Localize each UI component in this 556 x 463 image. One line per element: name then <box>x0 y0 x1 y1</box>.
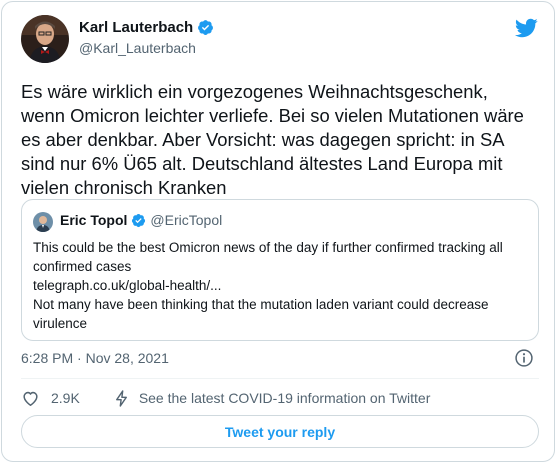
quoted-line: virulence <box>33 316 88 331</box>
author-avatar[interactable] <box>21 15 69 63</box>
tweet-your-reply-button[interactable]: Tweet your reply <box>21 415 539 448</box>
quoted-author-avatar[interactable] <box>33 212 53 232</box>
quoted-tweet[interactable]: Eric Topol @EricTopol This could be the … <box>21 199 539 341</box>
quoted-link[interactable]: telegraph.co.uk/global-health/... <box>33 276 527 295</box>
quoted-text: This could be the best Omicron news of t… <box>33 238 527 333</box>
like-count[interactable]: 2.9K <box>51 390 80 406</box>
tweet-timestamp[interactable]: 6:28 PM · Nov 28, 2021 <box>21 350 169 366</box>
info-icon[interactable] <box>514 348 534 368</box>
tweet-text: Es wäre wirklich ein vorgezogenes Weihna… <box>21 81 524 198</box>
author-info: Karl Lauterbach @Karl_Lauterbach <box>79 19 214 56</box>
verified-badge-icon <box>132 213 146 227</box>
author-handle[interactable]: @Karl_Lauterbach <box>79 40 214 56</box>
quoted-line: Not many have been thinking that the mut… <box>33 297 489 312</box>
twitter-bird-icon[interactable] <box>514 16 538 40</box>
heart-icon[interactable] <box>21 389 40 408</box>
tweet-card: Karl Lauterbach @Karl_Lauterbach Es wäre… <box>1 1 555 462</box>
quoted-line: This could be the best Omicron news of t… <box>33 240 503 255</box>
quoted-header: Eric Topol @EricTopol <box>60 212 222 228</box>
action-row: 2.9K See the latest COVID-19 information… <box>21 388 430 408</box>
author-name[interactable]: Karl Lauterbach <box>79 19 193 36</box>
quoted-author-handle: @EricTopol <box>150 212 223 228</box>
covid-info-link[interactable]: See the latest COVID-19 information on T… <box>139 390 431 406</box>
quoted-line: confirmed cases <box>33 259 132 274</box>
lightning-bolt-icon <box>115 389 127 407</box>
quoted-author-name: Eric Topol <box>60 212 128 228</box>
divider <box>21 378 539 379</box>
verified-badge-icon <box>198 20 214 35</box>
